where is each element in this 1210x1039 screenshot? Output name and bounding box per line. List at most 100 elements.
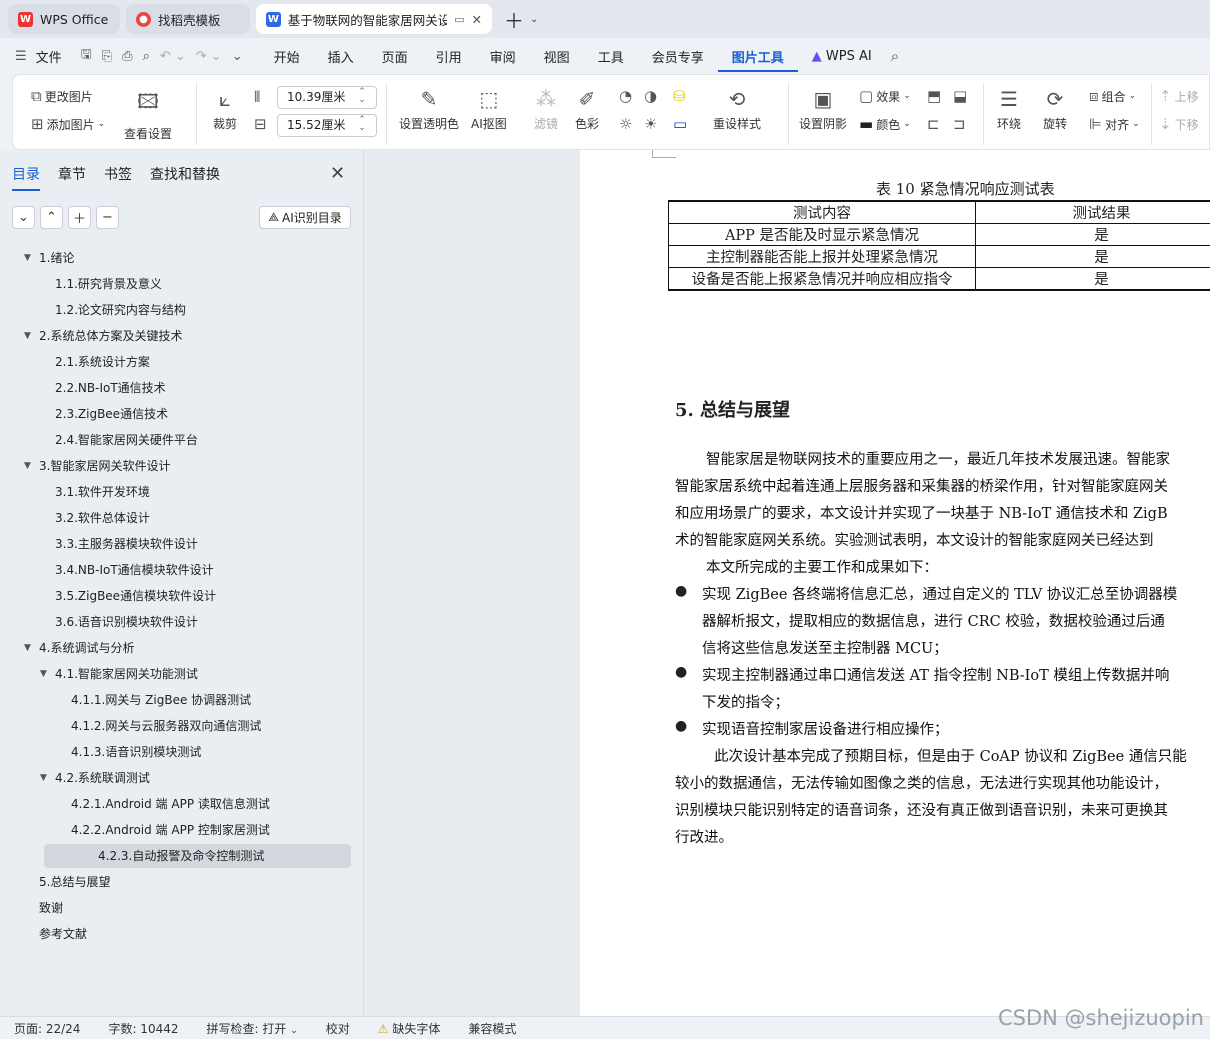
- menu-page[interactable]: 页面: [368, 47, 422, 66]
- menu-home[interactable]: 开始: [260, 47, 314, 66]
- expand-arrow-icon[interactable]: ▼: [24, 636, 31, 660]
- toc-item[interactable]: 致谢: [0, 896, 350, 920]
- contrast-icon[interactable]: ◑: [644, 87, 657, 105]
- view-settings-button[interactable]: 🖾 查看设置: [124, 87, 172, 142]
- toc-item[interactable]: ▼ 4.2.系统联调测试: [0, 766, 350, 790]
- expand-arrow-icon[interactable]: ▼: [40, 662, 47, 686]
- add-heading-icon[interactable]: ＋: [68, 206, 91, 229]
- change-image-button[interactable]: ⧉ 更改图片: [31, 87, 93, 105]
- word-count[interactable]: 字数: 10442: [94, 1020, 192, 1037]
- color-button[interactable]: ✐ 色彩: [575, 87, 599, 132]
- toc-item[interactable]: 4.2.3.自动报警及命令控制测试: [44, 844, 351, 868]
- ai-cutout-button[interactable]: ⬚ AI抠图: [471, 87, 507, 132]
- tab-wps-office[interactable]: W WPS Office: [8, 4, 120, 34]
- toc-item[interactable]: 2.1.系统设计方案: [0, 350, 350, 374]
- page-indicator[interactable]: 页面: 22/24: [0, 1020, 94, 1037]
- menu-wps-ai[interactable]: ▲ WPS AI: [798, 49, 886, 64]
- more-chevron-icon[interactable]: ⌄: [227, 49, 248, 64]
- toc-item[interactable]: 4.1.3.语音识别模块测试: [0, 740, 350, 764]
- toc-item[interactable]: 3.4.NB-IoT通信模块软件设计: [0, 558, 350, 582]
- menu-tools[interactable]: 工具: [584, 47, 638, 66]
- toc-item[interactable]: ▼ 4.系统调试与分析: [0, 636, 350, 660]
- undo-icon[interactable]: ↶ ⌄: [155, 49, 191, 64]
- expand-up-icon[interactable]: ⌃: [40, 206, 63, 229]
- align-button[interactable]: ⊫ 对齐 ⌄: [1089, 115, 1140, 133]
- toc-item[interactable]: 3.2.软件总体设计: [0, 506, 350, 530]
- toc-item[interactable]: 参考文献: [0, 922, 350, 946]
- add-image-button[interactable]: ⊞ 添加图片 ⌄: [31, 115, 105, 133]
- new-tab-icon[interactable]: ＋: [504, 5, 524, 34]
- proofread-button[interactable]: 校对: [312, 1020, 364, 1037]
- toc-item[interactable]: ▼ 4.1.智能家居网关功能测试: [0, 662, 350, 686]
- save-icon[interactable]: 🖫: [76, 45, 97, 67]
- width-input[interactable]: 10.39厘米: [277, 86, 377, 109]
- send-backward-icon[interactable]: ⬓: [953, 87, 967, 105]
- test-table[interactable]: 测试内容 测试结果 APP 是否能及时显示紧急情况 是 主控制器能否能上报并处理…: [668, 200, 1210, 291]
- print-preview-icon[interactable]: ⌕: [138, 49, 155, 64]
- toc-item[interactable]: 5.总结与展望: [0, 870, 350, 894]
- set-transparent-button[interactable]: ✎ 设置透明色: [399, 87, 459, 132]
- expand-arrow-icon[interactable]: ▼: [24, 454, 31, 478]
- expand-arrow-icon[interactable]: ▼: [40, 766, 47, 790]
- search-icon[interactable]: ⌕: [886, 47, 904, 65]
- tab-find-replace[interactable]: 查找和替换: [150, 164, 220, 191]
- toc-item[interactable]: 4.2.1.Android 端 APP 读取信息测试: [0, 792, 350, 816]
- arrange-right-icon[interactable]: ⊐: [953, 115, 966, 133]
- wrap-button[interactable]: ☰ 环绕: [997, 87, 1021, 132]
- toc-item[interactable]: 1.2.论文研究内容与结构: [0, 298, 350, 322]
- toc-item[interactable]: 1.1.研究背景及意义: [0, 272, 350, 296]
- export-icon[interactable]: ⎘: [97, 49, 117, 64]
- crop-button[interactable]: ⟀ 裁剪: [213, 87, 237, 132]
- brightness-down-icon[interactable]: ☀: [644, 115, 657, 133]
- document-page[interactable]: 表 10 紧急情况响应测试表 测试内容 测试结果 APP 是否能及时显示紧急情况…: [580, 150, 1210, 1016]
- tab-docer[interactable]: ● 找稻壳模板: [126, 4, 250, 34]
- brightness-icon[interactable]: ◔: [619, 87, 632, 105]
- group-button[interactable]: ⧈ 组合 ⌄: [1089, 87, 1136, 105]
- height-input[interactable]: 15.52厘米: [277, 114, 377, 137]
- screen-icon[interactable]: ▭: [454, 13, 464, 26]
- spell-check-toggle[interactable]: 拼写检查: 打开 ⌄: [193, 1020, 312, 1037]
- ai-toc-button[interactable]: ⟁ AI识别目录: [259, 206, 351, 229]
- toc-item[interactable]: 3.5.ZigBee通信模块软件设计: [0, 584, 350, 608]
- chevron-down-icon[interactable]: ⌄: [530, 14, 538, 25]
- border-color-button[interactable]: ▬ 颜色 ⌄: [859, 115, 911, 133]
- menu-file[interactable]: 文件: [32, 47, 76, 66]
- toc-item[interactable]: 2.3.ZigBee通信技术: [0, 402, 350, 426]
- toc-item[interactable]: 4.2.2.Android 端 APP 控制家居测试: [0, 818, 350, 842]
- close-icon[interactable]: ✕: [472, 12, 482, 27]
- collapse-all-icon[interactable]: ⌄: [12, 206, 35, 229]
- menu-reference[interactable]: 引用: [422, 47, 476, 66]
- arrange-left-icon[interactable]: ⊏: [927, 115, 940, 133]
- expand-arrow-icon[interactable]: ▼: [24, 246, 31, 270]
- menu-review[interactable]: 审阅: [476, 47, 530, 66]
- tab-bookmarks[interactable]: 书签: [104, 164, 132, 191]
- toc-item[interactable]: 3.6.语音识别模块软件设计: [0, 610, 350, 634]
- menu-view[interactable]: 视图: [530, 47, 584, 66]
- brightness-up-icon[interactable]: ☼: [619, 115, 632, 133]
- toc-item[interactable]: 3.1.软件开发环境: [0, 480, 350, 504]
- toc-item[interactable]: 4.1.2.网关与云服务器双向通信测试: [0, 714, 350, 738]
- toc-item[interactable]: 3.3.主服务器模块软件设计: [0, 532, 350, 556]
- move-down-button[interactable]: ⇣ 下移: [1159, 115, 1199, 133]
- menu-icon[interactable]: ☰: [10, 49, 32, 64]
- recolor-icon[interactable]: ⛁: [673, 87, 686, 105]
- reset-style-button[interactable]: ⟲ 重设样式: [713, 87, 761, 132]
- menu-picture-tools[interactable]: 图片工具: [717, 41, 798, 72]
- filter-button[interactable]: ⁂ 滤镜: [534, 87, 558, 132]
- print-icon[interactable]: ⎙: [117, 49, 137, 64]
- redo-icon[interactable]: ↷ ⌄: [191, 49, 227, 64]
- toc-item[interactable]: ▼ 3.智能家居网关软件设计: [0, 454, 350, 478]
- toc-item[interactable]: 4.1.1.网关与 ZigBee 协调器测试: [0, 688, 350, 712]
- toc-item[interactable]: 2.2.NB-IoT通信技术: [0, 376, 350, 400]
- expand-arrow-icon[interactable]: ▼: [24, 324, 31, 348]
- move-up-button[interactable]: ⇡ 上移: [1159, 87, 1199, 105]
- set-shadow-button[interactable]: ▣ 设置阴影: [799, 87, 847, 132]
- toc-item[interactable]: 2.4.智能家居网关硬件平台: [0, 428, 350, 452]
- remove-heading-icon[interactable]: −: [96, 206, 119, 229]
- border-color-icon[interactable]: ▭: [673, 115, 687, 133]
- toc-item[interactable]: ▼ 2.系统总体方案及关键技术: [0, 324, 350, 348]
- toc-item[interactable]: ▼ 1.绪论: [0, 246, 350, 270]
- bring-forward-icon[interactable]: ⬒: [927, 87, 941, 105]
- close-icon[interactable]: ✕: [330, 163, 345, 184]
- missing-font-button[interactable]: ⚠ 缺失字体: [364, 1020, 455, 1037]
